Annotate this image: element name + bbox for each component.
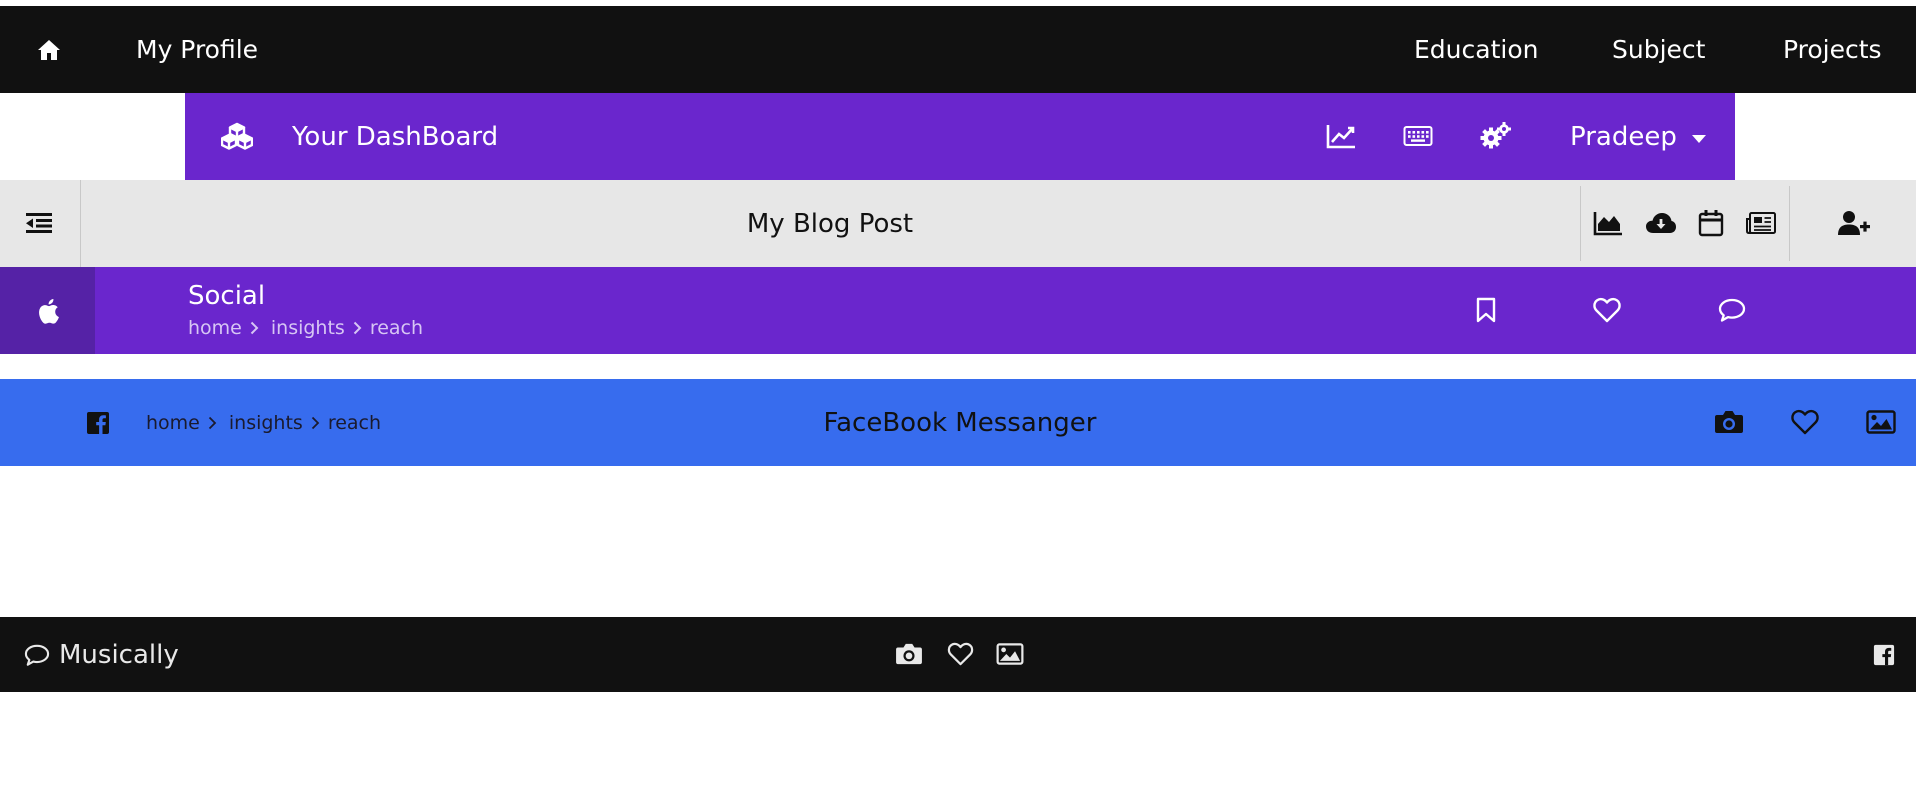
apple-icon <box>37 298 59 324</box>
caret-down-icon <box>1691 134 1707 144</box>
comment-icon <box>24 643 50 667</box>
blog-bar: My Blog Post <box>0 180 1916 267</box>
breadcrumb-item-reach[interactable]: reach <box>370 317 423 339</box>
line-chart-icon[interactable] <box>1324 120 1358 152</box>
cloud-download-icon[interactable] <box>1644 207 1678 239</box>
breadcrumb-item-home[interactable]: home <box>188 317 242 339</box>
facebook-messenger-bar: home insights reach FaceBook Messanger <box>0 379 1916 466</box>
outdent-icon[interactable] <box>24 208 54 238</box>
breadcrumb: home insights reach <box>146 379 381 466</box>
breadcrumb-item-insights[interactable]: insights <box>271 317 345 339</box>
nav-link-education[interactable]: Education <box>1414 6 1538 93</box>
divider <box>1789 186 1790 261</box>
home-icon[interactable] <box>30 34 68 66</box>
social-title: Social <box>188 281 266 311</box>
chevron-right-icon <box>208 416 217 430</box>
image-icon[interactable] <box>1864 406 1898 438</box>
blog-title: My Blog Post <box>746 208 914 239</box>
heart-icon[interactable] <box>1788 406 1822 438</box>
facebook-icon[interactable] <box>84 409 112 437</box>
user-name: Pradeep <box>1570 121 1677 152</box>
nav-brand-my-profile[interactable]: My Profile <box>136 6 258 93</box>
newspaper-icon[interactable] <box>1744 207 1778 239</box>
divider <box>1580 186 1581 261</box>
cubes-icon <box>219 119 255 153</box>
footer-bar: Musically <box>0 617 1916 692</box>
bookmark-icon[interactable] <box>1470 294 1502 326</box>
chevron-right-icon <box>311 416 320 430</box>
nav-link-subject[interactable]: Subject <box>1612 6 1705 93</box>
area-chart-icon[interactable] <box>1592 207 1624 239</box>
facebook-icon[interactable] <box>1871 642 1897 668</box>
breadcrumb: home insights reach <box>188 317 423 339</box>
heart-icon[interactable] <box>945 639 975 669</box>
footer-brand: Musically <box>24 617 179 692</box>
social-bar: Social home insights reach <box>0 267 1916 354</box>
breadcrumb-item-insights[interactable]: insights <box>229 412 303 434</box>
chevron-right-icon <box>250 321 259 335</box>
footer-title: Musically <box>59 639 179 670</box>
heart-icon[interactable] <box>1590 294 1624 326</box>
apple-logo-box <box>0 267 95 354</box>
top-navbar: My Profile Education Subject Projects <box>0 6 1916 93</box>
dashboard-title: Your DashBoard <box>292 121 499 152</box>
gears-icon[interactable] <box>1478 119 1514 153</box>
nav-link-projects[interactable]: Projects <box>1783 6 1882 93</box>
breadcrumb-item-home[interactable]: home <box>146 412 200 434</box>
user-menu[interactable]: Pradeep <box>1570 93 1707 180</box>
camera-icon[interactable] <box>894 639 924 669</box>
comment-icon[interactable] <box>1715 294 1749 326</box>
camera-icon[interactable] <box>1712 406 1746 438</box>
calendar-icon[interactable] <box>1696 207 1726 239</box>
chevron-right-icon <box>353 321 362 335</box>
breadcrumb-item-reach[interactable]: reach <box>328 412 381 434</box>
dashboard-bar: Your DashBoard Pradeep <box>185 93 1735 180</box>
facebook-title: FaceBook Messanger <box>823 407 1097 438</box>
user-plus-icon[interactable] <box>1836 207 1872 239</box>
keyboard-icon[interactable] <box>1401 120 1435 152</box>
image-icon[interactable] <box>995 639 1025 669</box>
